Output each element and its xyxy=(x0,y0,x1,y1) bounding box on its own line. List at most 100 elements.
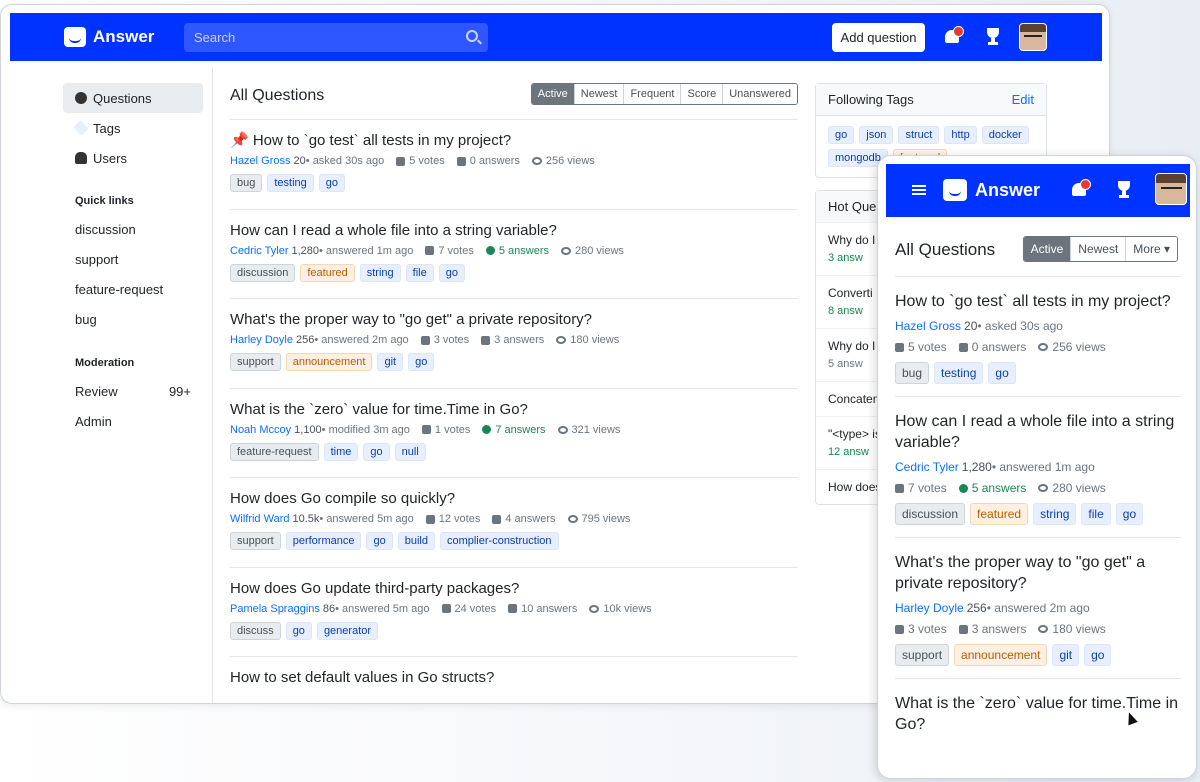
sidebar-item-label: Questions xyxy=(93,90,152,106)
tag-discussion[interactable]: discussion xyxy=(895,503,966,525)
tab-frequent[interactable]: Frequent xyxy=(624,84,682,104)
question-title[interactable]: What's the proper way to "go get" a priv… xyxy=(895,552,1181,594)
tag-go[interactable]: go xyxy=(828,126,855,144)
comment-icon xyxy=(958,624,968,634)
tag-discussion[interactable]: discussion xyxy=(230,263,296,282)
tag-string[interactable]: string xyxy=(359,263,401,282)
question-author[interactable]: Cedric Tyler xyxy=(230,245,288,257)
question-author[interactable]: Noah Mccoy xyxy=(230,424,291,436)
quick-link-bug[interactable]: bug xyxy=(63,305,203,335)
edit-following-link[interactable]: Edit xyxy=(1012,92,1034,107)
tag-go[interactable]: go xyxy=(408,353,435,371)
sidebar-item-users[interactable]: Users xyxy=(63,143,203,173)
views-count: 180 views xyxy=(1038,622,1106,636)
trophy-icon[interactable] xyxy=(1115,181,1133,199)
question-author[interactable]: Harley Doyle xyxy=(230,334,293,346)
tag-testing[interactable]: testing xyxy=(934,362,984,384)
sidebar-item-tags[interactable]: Tags xyxy=(63,113,203,143)
tag-featured[interactable]: featured xyxy=(300,263,355,282)
tag-feature-request[interactable]: feature-request xyxy=(230,442,319,461)
tag-git[interactable]: git xyxy=(1052,644,1080,666)
tag-json[interactable]: json xyxy=(859,126,894,144)
notification-bell-icon[interactable] xyxy=(1071,179,1091,198)
brand-logo[interactable]: Answer xyxy=(64,27,154,47)
search-input[interactable]: Search xyxy=(184,23,488,52)
tag-support[interactable]: support xyxy=(230,353,281,371)
hamburger-menu-icon[interactable] xyxy=(912,185,926,195)
tag-featured[interactable]: featured xyxy=(970,503,1029,525)
question-title[interactable]: How does Go update third-party packages? xyxy=(230,580,798,598)
tag-struct[interactable]: struct xyxy=(898,126,940,144)
tag-file[interactable]: file xyxy=(405,263,434,282)
avatar[interactable] xyxy=(1019,23,1047,51)
tag-go[interactable]: go xyxy=(438,263,465,282)
tab-active[interactable]: Active xyxy=(531,84,575,104)
question-title[interactable]: What's the proper way to "go get" a priv… xyxy=(230,311,798,329)
tab-more[interactable]: More ▾ xyxy=(1126,237,1177,261)
question-author[interactable]: Cedric Tyler xyxy=(895,460,959,474)
question-title[interactable]: What is the `zero` value for time.Time i… xyxy=(230,401,798,419)
question-item: How to `go test` all tests in my project… xyxy=(895,276,1181,384)
question-title[interactable]: How can I read a whole file into a strin… xyxy=(895,411,1181,453)
quick-link-feature-request[interactable]: feature-request xyxy=(63,275,203,305)
tag-generator[interactable]: generator xyxy=(316,621,379,640)
question-title[interactable]: How can I read a whole file into a strin… xyxy=(230,222,798,240)
quick-link-label: bug xyxy=(75,312,97,327)
question-title[interactable]: How to set default values in Go structs? xyxy=(230,669,798,687)
sidebar-item-admin[interactable]: Admin xyxy=(63,407,203,437)
tag-support[interactable]: support xyxy=(895,644,950,666)
tag-git[interactable]: git xyxy=(377,353,404,371)
tag-bug[interactable]: bug xyxy=(230,174,263,192)
tag-go[interactable]: go xyxy=(318,174,346,192)
sidebar-item-questions[interactable]: Questions xyxy=(63,83,203,113)
question-title[interactable]: 📌 How to `go test` all tests in my proje… xyxy=(230,132,798,150)
tag-performance[interactable]: performance xyxy=(285,532,362,550)
tag-announcement[interactable]: announcement xyxy=(285,353,373,371)
notification-bell-icon[interactable] xyxy=(944,26,964,45)
answers-count: 7 answers xyxy=(482,424,546,436)
tag-time[interactable]: time xyxy=(323,442,359,461)
tab-active[interactable]: Active xyxy=(1023,237,1072,261)
author-reputation: 10.5k xyxy=(292,513,320,525)
mobile-brand-logo[interactable]: Answer xyxy=(943,179,1040,201)
tab-newest[interactable]: Newest xyxy=(574,84,625,104)
answers-text: 10 answers xyxy=(521,602,578,615)
tag-go[interactable]: go xyxy=(1084,644,1112,666)
avatar[interactable] xyxy=(1155,173,1187,205)
question-author[interactable]: Hazel Gross xyxy=(895,319,961,333)
quick-link-support[interactable]: support xyxy=(63,245,203,275)
tag-discuss[interactable]: discuss xyxy=(230,621,281,640)
tag-bug[interactable]: bug xyxy=(895,362,930,384)
tag-file[interactable]: file xyxy=(1081,503,1111,525)
tag-go[interactable]: go xyxy=(363,442,390,461)
tag-docker[interactable]: docker xyxy=(981,126,1029,144)
tag-go[interactable]: go xyxy=(1115,503,1144,525)
tag-http[interactable]: http xyxy=(944,126,977,144)
question-title[interactable]: What is the `zero` value for time.Time i… xyxy=(895,693,1181,735)
tab-unanswered[interactable]: Unanswered xyxy=(723,84,797,104)
tag-support[interactable]: support xyxy=(230,532,281,550)
tag-announcement[interactable]: announcement xyxy=(954,644,1048,666)
tag-go[interactable]: go xyxy=(988,362,1016,384)
tag-null[interactable]: null xyxy=(394,442,426,461)
tag-build[interactable]: build xyxy=(397,532,435,550)
question-author[interactable]: Harley Doyle xyxy=(895,601,964,615)
tag-string[interactable]: string xyxy=(1033,503,1077,525)
question-title[interactable]: How does Go compile so quickly? xyxy=(230,490,798,508)
tab-newest[interactable]: Newest xyxy=(1071,237,1127,261)
tag-complier-construction[interactable]: complier-construction xyxy=(439,532,559,550)
tag-go[interactable]: go xyxy=(285,621,312,640)
question-author[interactable]: Hazel Gross xyxy=(230,155,291,167)
question-author[interactable]: Wilfrid Ward xyxy=(230,513,289,525)
tag-go[interactable]: go xyxy=(366,532,393,550)
add-question-button[interactable]: Add question xyxy=(832,23,925,52)
answers-count: 3 answers xyxy=(958,622,1026,636)
tab-score[interactable]: Score xyxy=(681,84,724,104)
question-title[interactable]: How to `go test` all tests in my project… xyxy=(895,291,1181,312)
search-icon[interactable] xyxy=(466,30,478,42)
trophy-icon[interactable] xyxy=(984,28,1002,46)
sidebar-item-review[interactable]: Review 99+ xyxy=(63,377,203,407)
question-author[interactable]: Pamela Spraggins xyxy=(230,603,320,615)
quick-link-discussion[interactable]: discussion xyxy=(63,215,203,245)
tag-testing[interactable]: testing xyxy=(267,174,314,192)
